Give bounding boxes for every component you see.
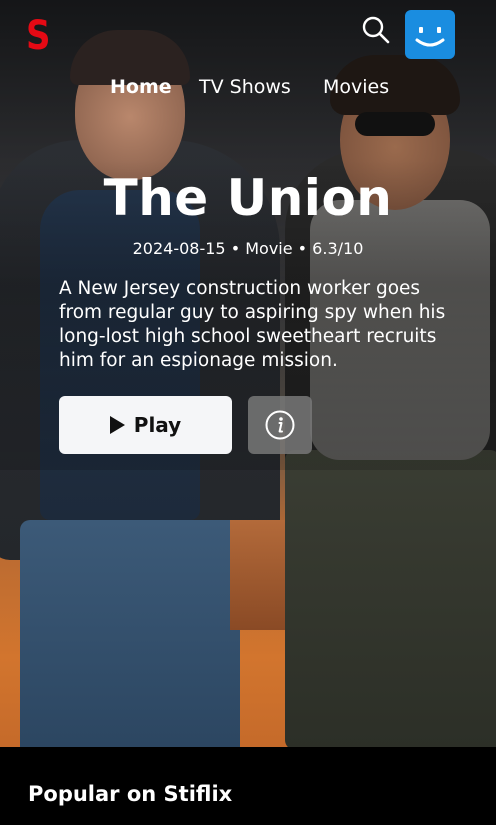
top-bar: S	[0, 0, 496, 70]
smiley-avatar-icon	[415, 27, 445, 47]
search-icon	[362, 16, 390, 44]
hero-title: The Union	[103, 169, 393, 227]
main-nav: Home TV Shows Movies	[0, 76, 496, 102]
hero-image-figure	[285, 450, 496, 747]
tab-home[interactable]: Home	[110, 76, 172, 98]
hero-banner	[0, 0, 496, 747]
play-button-label: Play	[133, 413, 182, 437]
info-button[interactable]	[248, 396, 312, 454]
play-icon	[109, 416, 125, 434]
hero-meta: 2024-08-15 • Movie • 6.3/10	[132, 239, 364, 258]
hero-description: A New Jersey construction worker goes fr…	[59, 278, 446, 371]
profile-avatar[interactable]	[405, 10, 455, 59]
hero-image-figure	[355, 112, 435, 136]
tab-tv-shows[interactable]: TV Shows	[199, 76, 291, 98]
tab-movies[interactable]: Movies	[323, 76, 389, 98]
hero-image-background	[230, 520, 290, 630]
search-button[interactable]	[360, 14, 392, 46]
play-button[interactable]: Play	[59, 396, 232, 454]
info-icon	[265, 410, 295, 440]
row-title: Popular on Stiflix	[28, 782, 233, 806]
brand-logo[interactable]: S	[26, 12, 50, 60]
hero-image-figure	[20, 520, 240, 747]
popular-row: Popular on Stiflix	[0, 747, 496, 825]
